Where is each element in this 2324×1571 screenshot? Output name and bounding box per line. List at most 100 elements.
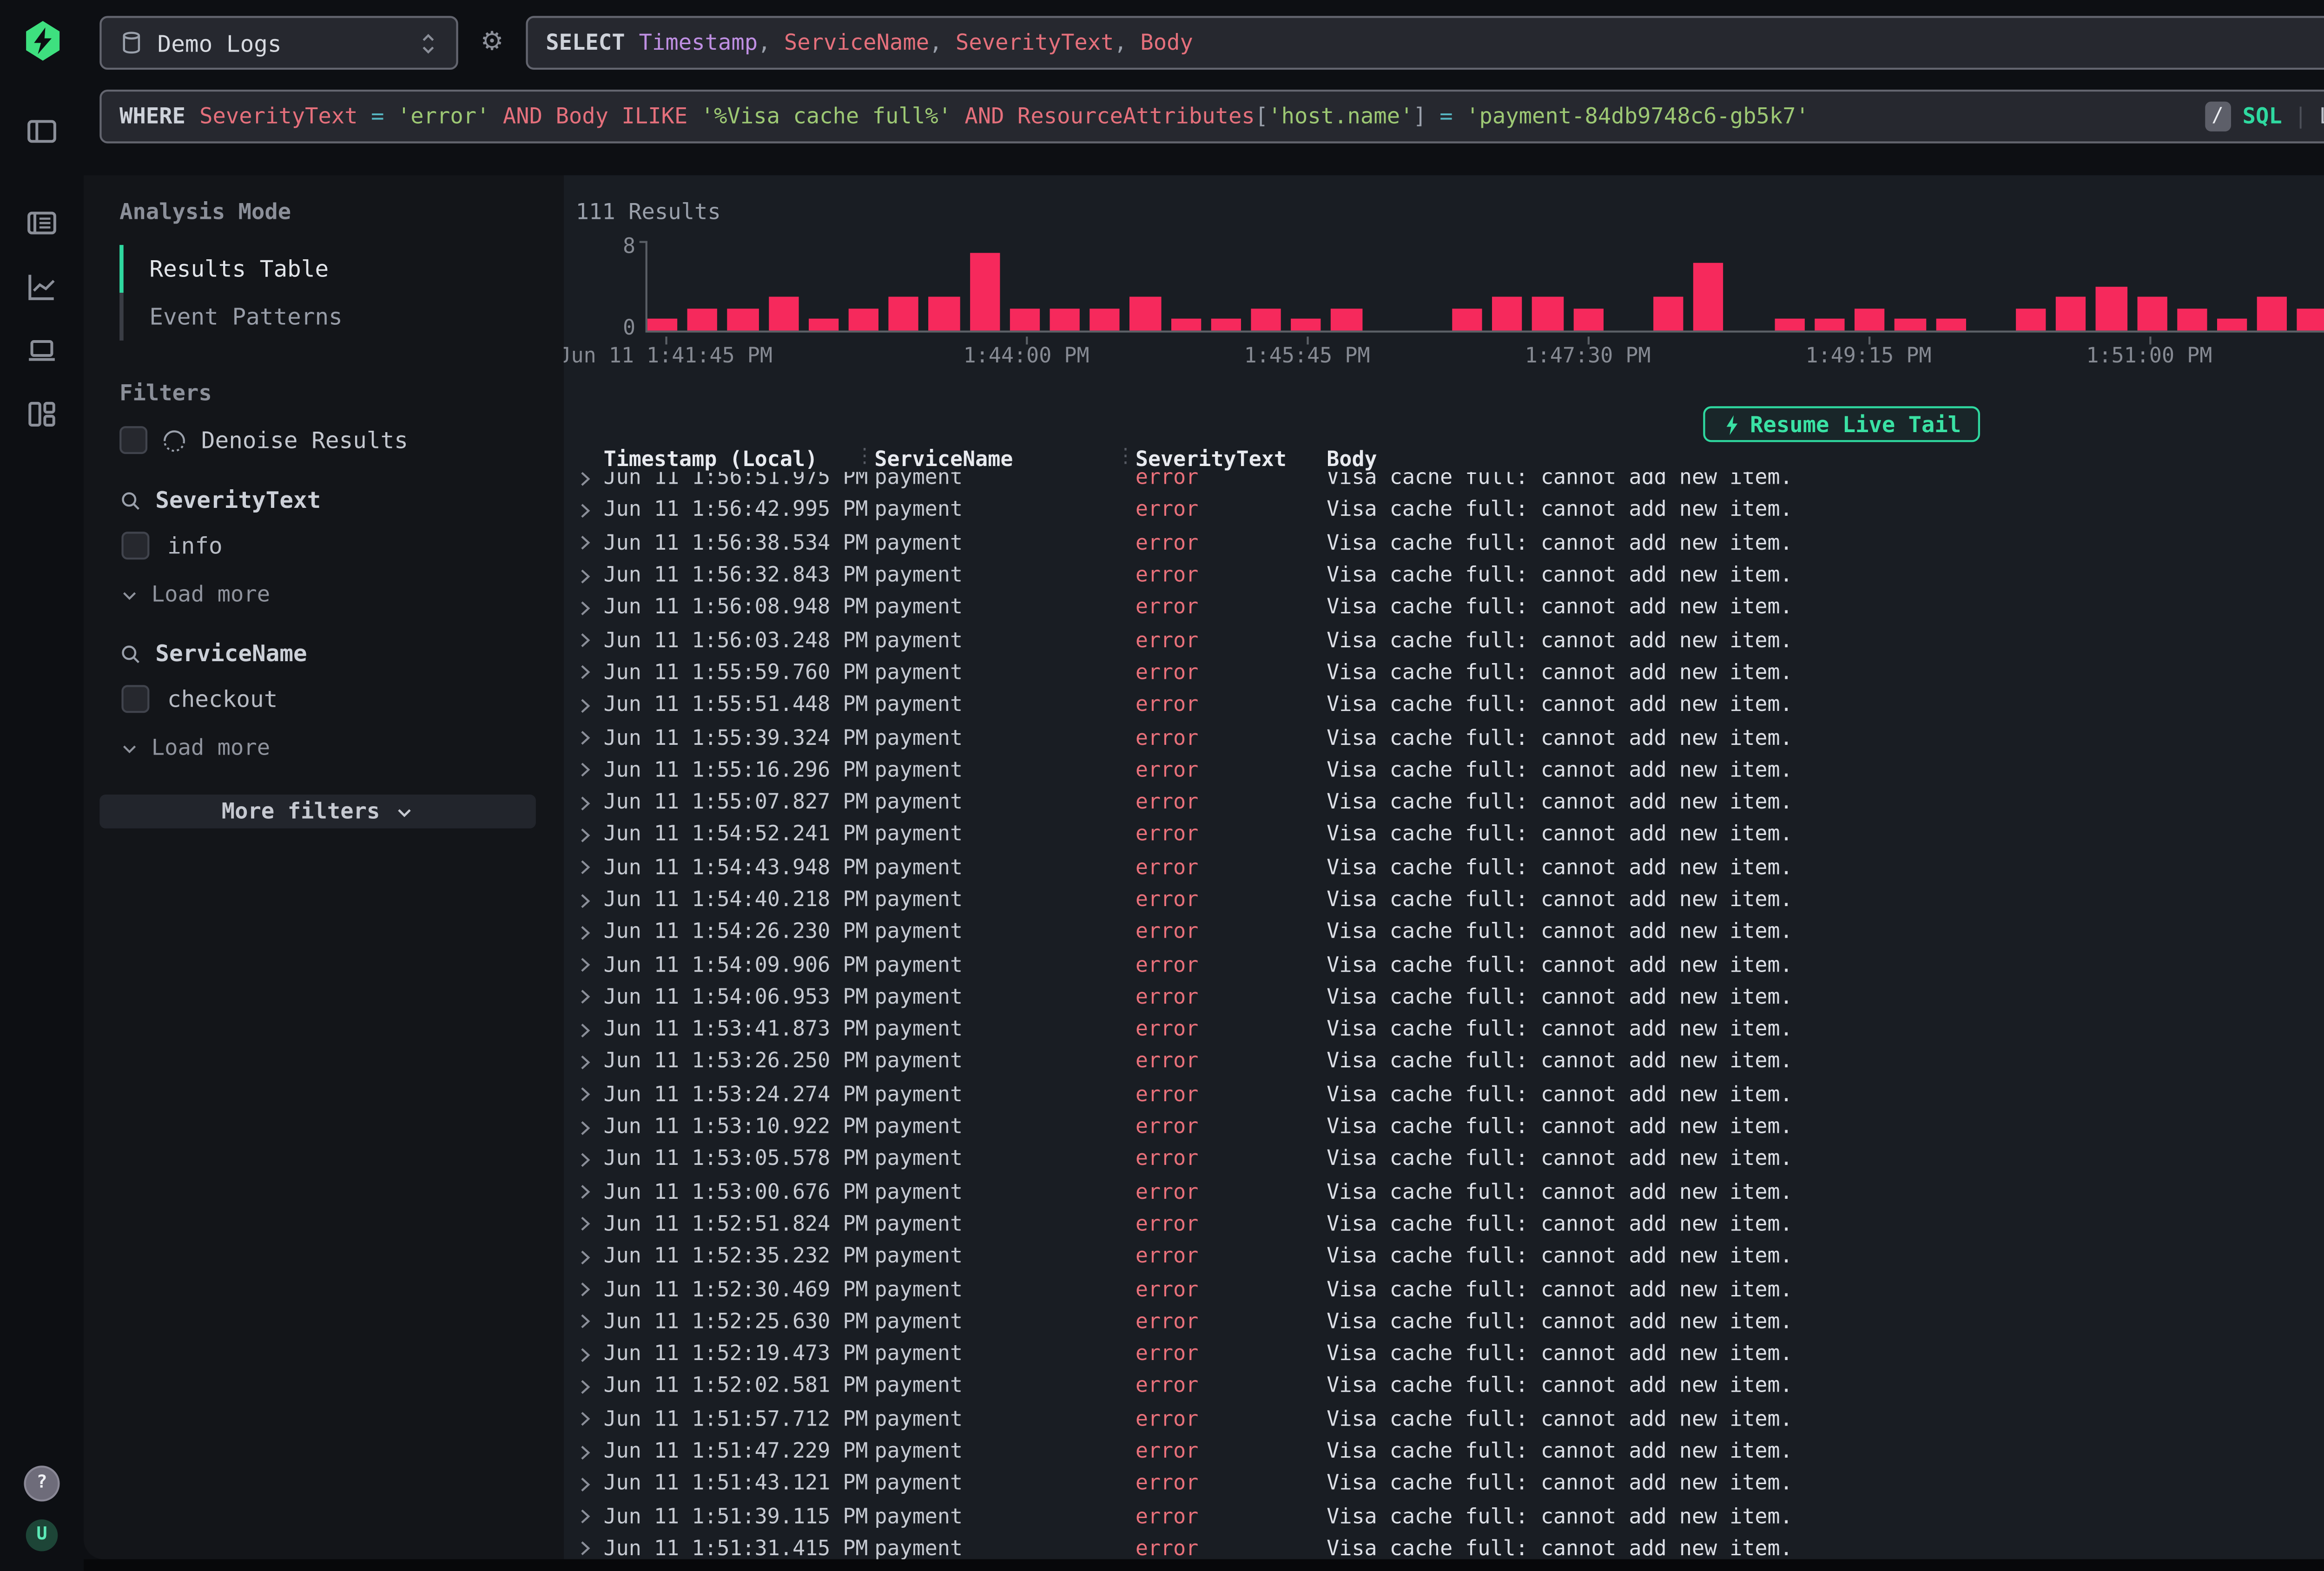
- laptop-icon[interactable]: [16, 325, 67, 376]
- histogram-bar[interactable]: [1573, 308, 1603, 330]
- row-expand-chevron-icon[interactable]: [576, 502, 604, 520]
- filter-option-label[interactable]: info: [167, 532, 223, 559]
- log-row[interactable]: Jun 11 1:51:57.712 PM payment error Visa…: [576, 1403, 2324, 1436]
- lucene-toggle[interactable]: Lucene: [2319, 104, 2324, 130]
- log-row[interactable]: Jun 11 1:51:39.115 PM payment error Visa…: [576, 1500, 2324, 1533]
- log-row[interactable]: Jun 11 1:55:07.827 PM payment error Visa…: [576, 787, 2324, 819]
- log-row[interactable]: Jun 11 1:53:26.250 PM payment error Visa…: [576, 1046, 2324, 1078]
- histogram-bar[interactable]: [929, 297, 959, 330]
- search-icon[interactable]: [119, 642, 141, 664]
- histogram-bar[interactable]: [1533, 297, 1563, 330]
- row-expand-chevron-icon[interactable]: [576, 1540, 604, 1558]
- histogram-bar[interactable]: [1211, 319, 1241, 330]
- filter-option-label[interactable]: checkout: [167, 685, 277, 713]
- row-expand-chevron-icon[interactable]: [576, 1508, 604, 1526]
- histogram-bar[interactable]: [1332, 308, 1362, 330]
- log-row[interactable]: Jun 11 1:55:39.324 PM payment error Visa…: [576, 722, 2324, 754]
- histogram-bar[interactable]: [808, 319, 838, 330]
- histogram-bar[interactable]: [1694, 263, 1724, 331]
- row-expand-chevron-icon[interactable]: [576, 891, 604, 909]
- histogram-bar[interactable]: [1855, 308, 1885, 330]
- line-chart-icon[interactable]: [16, 261, 67, 312]
- histogram-bar[interactable]: [1895, 319, 1925, 330]
- histogram-bar[interactable]: [2136, 297, 2166, 330]
- log-row[interactable]: Jun 11 1:56:32.843 PM payment error Visa…: [576, 559, 2324, 592]
- more-filters-button[interactable]: More filters: [99, 795, 536, 828]
- column-header-body[interactable]: ⋮Body: [1327, 447, 2324, 471]
- log-row[interactable]: Jun 11 1:56:42.995 PM payment error Visa…: [576, 494, 2324, 527]
- log-row[interactable]: Jun 11 1:54:40.218 PM payment error Visa…: [576, 884, 2324, 916]
- log-row[interactable]: Jun 11 1:51:43.121 PM payment error Visa…: [576, 1468, 2324, 1500]
- column-resize-handle[interactable]: ⋮: [1116, 446, 1136, 467]
- row-expand-chevron-icon[interactable]: [576, 761, 604, 779]
- histogram-bar[interactable]: [1130, 297, 1161, 330]
- histogram-bar[interactable]: [2096, 286, 2126, 330]
- histogram-bar[interactable]: [1050, 308, 1080, 330]
- column-header-severitytext[interactable]: ⋮SeverityText: [1136, 447, 1327, 471]
- row-expand-chevron-icon[interactable]: [576, 534, 604, 552]
- log-row[interactable]: Jun 11 1:56:03.248 PM payment error Visa…: [576, 624, 2324, 657]
- tab-event-patterns[interactable]: Event Patterns: [119, 293, 548, 341]
- log-row[interactable]: Jun 11 1:54:09.906 PM payment error Visa…: [576, 949, 2324, 981]
- column-resize-handle[interactable]: ⋮: [855, 446, 875, 467]
- row-expand-chevron-icon[interactable]: [576, 1151, 604, 1169]
- row-expand-chevron-icon[interactable]: [576, 1378, 604, 1396]
- log-row[interactable]: Jun 11 1:52:02.581 PM payment error Visa…: [576, 1371, 2324, 1403]
- histogram-bar[interactable]: [849, 308, 879, 330]
- log-row[interactable]: Jun 11 1:53:10.922 PM payment error Visa…: [576, 1111, 2324, 1144]
- resume-live-tail-button[interactable]: Resume Live Tail: [1702, 406, 1981, 442]
- row-expand-chevron-icon[interactable]: [576, 1118, 604, 1137]
- row-expand-chevron-icon[interactable]: [576, 1183, 604, 1201]
- layout-grid-icon[interactable]: [16, 388, 67, 440]
- row-expand-chevron-icon[interactable]: [576, 826, 604, 844]
- row-expand-chevron-icon[interactable]: [576, 1086, 604, 1104]
- row-expand-chevron-icon[interactable]: [576, 1248, 604, 1266]
- denoise-checkbox[interactable]: [119, 426, 147, 454]
- row-expand-chevron-icon[interactable]: [576, 566, 604, 585]
- histogram-bar[interactable]: [687, 308, 718, 330]
- log-row[interactable]: Jun 11 1:51:31.415 PM payment error Visa…: [576, 1533, 2324, 1559]
- row-expand-chevron-icon[interactable]: [576, 1216, 604, 1234]
- histogram-bar[interactable]: [1492, 297, 1523, 330]
- log-row[interactable]: Jun 11 1:56:38.534 PM payment error Visa…: [576, 527, 2324, 559]
- row-expand-chevron-icon[interactable]: [576, 1443, 604, 1461]
- row-expand-chevron-icon[interactable]: [576, 988, 604, 1006]
- select-query-input[interactable]: SELECT Timestamp, ServiceName, SeverityT…: [526, 16, 2324, 70]
- histogram-bar[interactable]: [1653, 297, 1684, 330]
- histogram-bar[interactable]: [889, 297, 919, 330]
- sql-toggle[interactable]: SQL: [2243, 104, 2282, 130]
- log-row[interactable]: Jun 11 1:54:52.241 PM payment error Visa…: [576, 819, 2324, 852]
- histogram-bar[interactable]: [1291, 319, 1321, 330]
- histogram-bar[interactable]: [768, 297, 799, 330]
- filter-option-checkbox-checkout[interactable]: [121, 685, 149, 713]
- row-expand-chevron-icon[interactable]: [576, 729, 604, 747]
- row-expand-chevron-icon[interactable]: [576, 924, 604, 942]
- row-expand-chevron-icon[interactable]: [576, 1281, 604, 1299]
- help-button[interactable]: ?: [24, 1466, 59, 1501]
- row-expand-chevron-icon[interactable]: [576, 1053, 604, 1071]
- log-row[interactable]: Jun 11 1:54:06.953 PM payment error Visa…: [576, 981, 2324, 1014]
- row-expand-chevron-icon[interactable]: [576, 794, 604, 812]
- hyperdx-logo-icon[interactable]: [21, 20, 63, 62]
- row-expand-chevron-icon[interactable]: [576, 599, 604, 617]
- histogram-bar[interactable]: [1935, 319, 1966, 330]
- tab-results-table[interactable]: Results Table: [119, 245, 548, 293]
- avatar[interactable]: U: [26, 1519, 58, 1551]
- log-row[interactable]: Jun 11 1:53:05.578 PM payment error Visa…: [576, 1144, 2324, 1176]
- log-row[interactable]: Jun 11 1:53:24.274 PM payment error Visa…: [576, 1078, 2324, 1111]
- histogram-bar[interactable]: [728, 308, 758, 330]
- log-row[interactable]: Jun 11 1:54:43.948 PM payment error Visa…: [576, 851, 2324, 884]
- histogram-bar[interactable]: [1251, 308, 1281, 330]
- histogram-bar[interactable]: [1170, 319, 1201, 330]
- row-expand-chevron-icon[interactable]: [576, 664, 604, 682]
- log-row[interactable]: Jun 11 1:52:25.630 PM payment error Visa…: [576, 1306, 2324, 1338]
- load-more-severitytext[interactable]: Load more: [119, 581, 548, 607]
- log-row[interactable]: Jun 11 1:54:26.230 PM payment error Visa…: [576, 916, 2324, 949]
- row-expand-chevron-icon[interactable]: [576, 1475, 604, 1493]
- histogram-bar[interactable]: [2217, 319, 2247, 330]
- log-row[interactable]: Jun 11 1:55:51.448 PM payment error Visa…: [576, 689, 2324, 722]
- log-row[interactable]: Jun 11 1:55:59.760 PM payment error Visa…: [576, 657, 2324, 689]
- column-header-timestamp[interactable]: Timestamp (Local): [604, 447, 875, 471]
- row-expand-chevron-icon[interactable]: [576, 631, 604, 650]
- log-row[interactable]: Jun 11 1:52:30.469 PM payment error Visa…: [576, 1273, 2324, 1306]
